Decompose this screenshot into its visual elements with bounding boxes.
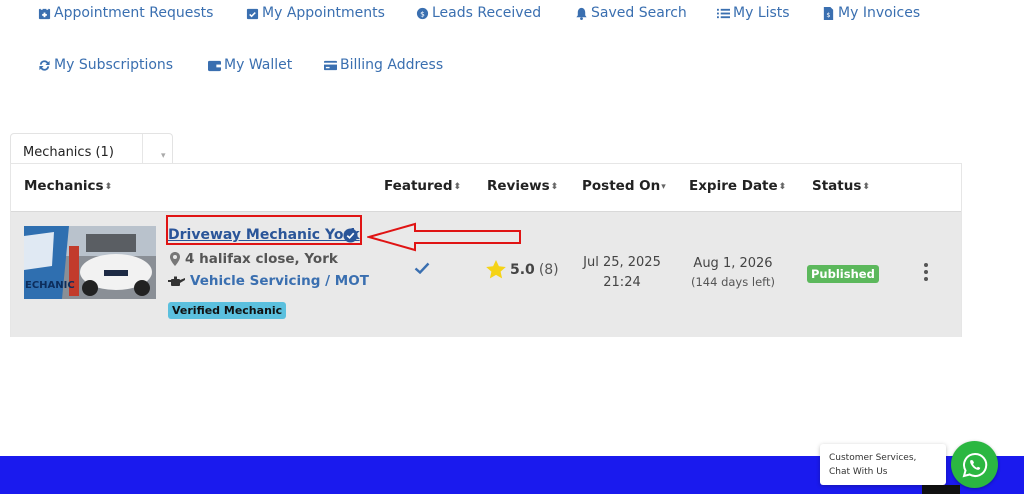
column-header-mechanics[interactable]: Mechanics⬍ [24,178,112,194]
status-badge: Published [807,265,879,283]
wallet-icon [208,60,221,71]
posted-on-cell: Jul 25, 2025 21:24 [577,253,667,293]
review-summary: 5.0 (8) [486,260,559,279]
sort-icon: ⬍ [862,182,870,192]
listing-category[interactable]: Vehicle Servicing / MOT [168,273,369,289]
column-header-reviews[interactable]: Reviews⬍ [487,178,558,194]
svg-text:$: $ [420,9,425,18]
whatsapp-chat-button[interactable] [951,441,998,488]
chat-prompt[interactable]: Customer Services, Chat With Us [820,444,946,485]
annotation-arrow [367,222,521,252]
nav-leads-received[interactable]: $ Leads Received [416,5,541,21]
review-count: (8) [538,261,559,278]
map-marker-icon [170,252,180,266]
listings-table: Mechanics⬍ Featured⬍ Reviews⬍ Posted On▾… [10,163,962,337]
column-header-status[interactable]: Status⬍ [812,178,870,194]
nav-label: My Lists [733,5,790,21]
days-left: (144 days left) [690,275,775,289]
listing-title-link[interactable]: Driveway Mechanic York [168,227,360,243]
list-icon [717,8,730,18]
rating-score: 5.0 [510,261,535,278]
nav-label: Billing Address [340,57,444,73]
column-header-featured[interactable]: Featured⬍ [384,178,461,194]
nav-my-wallet[interactable]: My Wallet [208,57,292,73]
nav-appointment-requests[interactable]: Appointment Requests [38,5,213,21]
table-row: ECHANIC Driveway Mechanic York 4 halifax… [11,212,961,337]
whatsapp-icon [962,452,987,477]
nav-label: My Invoices [838,5,921,21]
svg-text:$: $ [826,11,830,19]
refresh-icon [39,59,50,71]
oil-can-icon [168,276,185,286]
location-text: 4 halifax close, York [185,251,338,267]
nav-label: Saved Search [591,5,687,21]
nav-my-subscriptions[interactable]: My Subscriptions [38,57,173,73]
chevron-down-icon[interactable]: ▾ [161,151,166,161]
expire-date-cell: Aug 1, 2026 (144 days left) [683,254,783,292]
sort-icon: ⬍ [550,182,559,192]
sort-icon: ⬍ [104,182,113,192]
nav-saved-search[interactable]: Saved Search [575,5,687,21]
chat-dollar-icon: $ [416,7,429,19]
nav-billing-address[interactable]: Billing Address [324,57,443,73]
category-text: Vehicle Servicing / MOT [190,273,369,289]
posted-time: 21:24 [603,275,641,290]
star-icon [486,260,506,279]
column-header-posted-on[interactable]: Posted On▾ [582,178,666,194]
listing-location: 4 halifax close, York [170,251,338,267]
nav-my-lists[interactable]: My Lists [717,5,790,21]
verified-mechanic-badge: Verified Mechanic [168,302,287,319]
nav-my-appointments[interactable]: My Appointments [246,5,385,21]
calendar-check-icon [246,8,259,19]
more-options-icon[interactable] [922,263,930,281]
nav-my-invoices[interactable]: $ My Invoices [822,5,920,21]
nav-label: My Subscriptions [54,57,174,73]
expire-date: Aug 1, 2026 [693,256,773,271]
nav-label: My Appointments [262,5,385,21]
column-header-expire-date[interactable]: Expire Date⬍ [689,178,786,194]
verified-check-icon [343,228,358,243]
sort-icon: ⬍ [453,182,462,192]
featured-check-icon [414,262,430,274]
credit-card-icon [324,60,337,70]
listing-thumbnail[interactable]: ECHANIC [24,226,156,299]
sort-icon: ⬍ [778,182,787,192]
nav-label: Appointment Requests [54,5,214,21]
tab-label: Mechanics (1) [23,145,114,160]
posted-date: Jul 25, 2025 [583,255,661,270]
bell-icon [576,7,587,20]
invoice-icon: $ [823,6,834,20]
nav-label: My Wallet [224,57,293,73]
sort-desc-icon: ▾ [661,182,666,192]
calendar-plus-icon [38,6,51,19]
footer-dark-strip [922,485,960,494]
nav-label: Leads Received [432,5,542,21]
thumbnail-text: ECHANIC [25,280,75,291]
